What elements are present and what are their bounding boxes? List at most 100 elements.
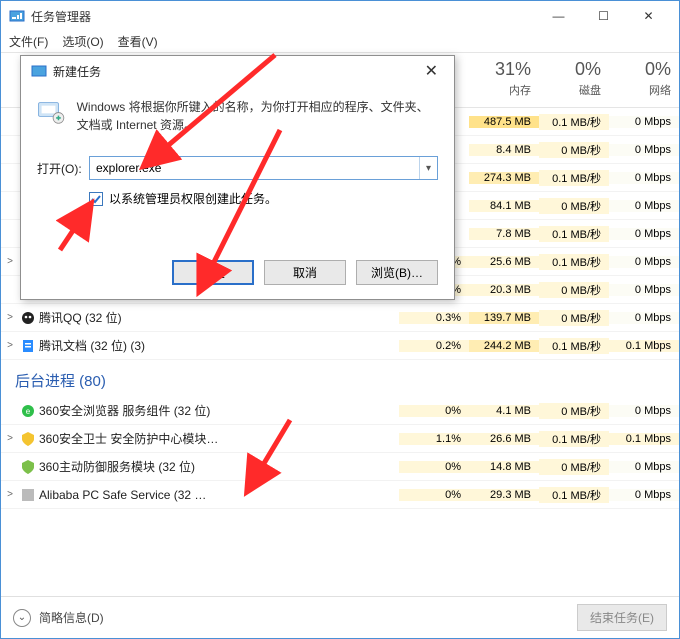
svg-text:e: e	[26, 407, 31, 416]
mem-cell: 7.8 MB	[469, 228, 539, 240]
open-combobox[interactable]: ▾	[89, 156, 438, 180]
net-cell: 0 Mbps	[609, 144, 679, 156]
col-memory[interactable]: 31% 内存	[469, 53, 539, 107]
process-name: 360安全卫士 安全防护中心模块…	[37, 430, 399, 447]
mem-cell: 26.6 MB	[469, 433, 539, 445]
mem-cell: 14.8 MB	[469, 461, 539, 473]
expand-icon[interactable]: >	[1, 340, 19, 351]
process-icon	[19, 487, 37, 503]
cpu-cell: 0%	[399, 489, 469, 501]
net-cell: 0 Mbps	[609, 489, 679, 501]
admin-checkbox[interactable]	[89, 192, 103, 206]
disk-cell: 0.1 MB/秒	[539, 254, 609, 270]
disk-cell: 0.1 MB/秒	[539, 114, 609, 130]
disk-cell: 0.1 MB/秒	[539, 170, 609, 186]
expand-icon[interactable]: >	[1, 256, 19, 267]
cpu-cell: 1.1%	[399, 433, 469, 445]
disk-cell: 0 MB/秒	[539, 142, 609, 158]
expand-icon[interactable]: >	[1, 312, 19, 323]
menu-file[interactable]: 文件(F)	[9, 33, 48, 50]
menu-options[interactable]: 选项(O)	[62, 33, 103, 50]
process-icon: e	[19, 403, 37, 419]
table-row[interactable]: > 360安全卫士 安全防护中心模块… 1.1% 26.6 MB 0.1 MB/…	[1, 425, 679, 453]
dialog-titlebar[interactable]: 新建任务 ✕	[21, 56, 454, 86]
titlebar[interactable]: 任务管理器 — ☐ ✕	[1, 1, 679, 31]
net-cell: 0 Mbps	[609, 200, 679, 212]
cpu-cell: 0%	[399, 461, 469, 473]
minimize-button[interactable]: —	[536, 1, 581, 31]
cancel-button[interactable]: 取消	[264, 260, 346, 285]
mem-cell: 4.1 MB	[469, 405, 539, 417]
dialog-close-button[interactable]: ✕	[419, 61, 444, 81]
disk-cell: 0.1 MB/秒	[539, 338, 609, 354]
col-network[interactable]: 0% 网络	[609, 53, 679, 107]
mem-cell: 487.5 MB	[469, 116, 539, 128]
brief-info-link[interactable]: 简略信息(D)	[39, 609, 577, 626]
process-icon	[19, 459, 37, 475]
net-cell: 0.1 Mbps	[609, 340, 679, 352]
disk-cell: 0 MB/秒	[539, 282, 609, 298]
window-title: 任务管理器	[31, 8, 536, 25]
process-name: Alibaba PC Safe Service (32 …	[37, 488, 399, 502]
cpu-cell: 0%	[399, 405, 469, 417]
col-disk[interactable]: 0% 磁盘	[539, 53, 609, 107]
expand-icon[interactable]: >	[1, 433, 19, 444]
open-input[interactable]	[90, 157, 419, 179]
process-name: 腾讯QQ (32 位)	[37, 309, 399, 326]
cpu-cell: 0.3%	[399, 312, 469, 324]
disk-cell: 0.1 MB/秒	[539, 487, 609, 503]
mem-cell: 139.7 MB	[469, 312, 539, 324]
dialog-icon	[31, 63, 47, 79]
net-cell: 0.1 Mbps	[609, 433, 679, 445]
menu-view[interactable]: 查看(V)	[118, 33, 158, 50]
new-task-dialog: 新建任务 ✕ Windows 将根据你所键入的名称，为你打开相应的程序、文件夹、…	[20, 55, 455, 300]
mem-cell: 29.3 MB	[469, 489, 539, 501]
process-icon	[19, 431, 37, 447]
disk-cell: 0 MB/秒	[539, 198, 609, 214]
chevron-down-icon[interactable]: ⌄	[13, 609, 31, 627]
dialog-description: Windows 将根据你所键入的名称，为你打开相应的程序、文件夹、文档或 Int…	[77, 98, 438, 134]
cpu-cell: 0.2%	[399, 340, 469, 352]
process-name: 腾讯文档 (32 位) (3)	[37, 337, 399, 354]
expand-icon[interactable]: >	[1, 489, 19, 500]
net-cell: 0 Mbps	[609, 228, 679, 240]
app-icon	[9, 8, 25, 24]
table-row[interactable]: > Alibaba PC Safe Service (32 … 0% 29.3 …	[1, 481, 679, 509]
mem-cell: 244.2 MB	[469, 340, 539, 352]
mem-cell: 8.4 MB	[469, 144, 539, 156]
mem-cell: 20.3 MB	[469, 284, 539, 296]
ok-button[interactable]: 确定	[172, 260, 254, 285]
chevron-down-icon[interactable]: ▾	[419, 157, 437, 179]
open-label: 打开(O):	[37, 160, 89, 177]
table-row[interactable]: 360主动防御服务模块 (32 位) 0% 14.8 MB 0 MB/秒 0 M…	[1, 453, 679, 481]
end-task-button[interactable]: 结束任务(E)	[577, 604, 667, 631]
net-cell: 0 Mbps	[609, 461, 679, 473]
run-icon	[37, 98, 65, 134]
footer: ⌄ 简略信息(D) 结束任务(E)	[1, 596, 679, 638]
disk-cell: 0 MB/秒	[539, 310, 609, 326]
disk-cell: 0.1 MB/秒	[539, 431, 609, 447]
process-name: 360安全浏览器 服务组件 (32 位)	[37, 402, 399, 419]
mem-cell: 84.1 MB	[469, 200, 539, 212]
net-cell: 0 Mbps	[609, 256, 679, 268]
net-cell: 0 Mbps	[609, 312, 679, 324]
disk-cell: 0 MB/秒	[539, 403, 609, 419]
admin-checkbox-label[interactable]: 以系统管理员权限创建此任务。	[109, 190, 277, 207]
process-icon	[19, 310, 37, 326]
maximize-button[interactable]: ☐	[581, 1, 626, 31]
process-name: 360主动防御服务模块 (32 位)	[37, 458, 399, 475]
net-cell: 0 Mbps	[609, 405, 679, 417]
background-section-title: 后台进程 (80)	[1, 360, 679, 397]
mem-cell: 274.3 MB	[469, 172, 539, 184]
browse-button[interactable]: 浏览(B)…	[356, 260, 438, 285]
table-row[interactable]: > 腾讯QQ (32 位) 0.3% 139.7 MB 0 MB/秒 0 Mbp…	[1, 304, 679, 332]
close-button[interactable]: ✕	[626, 1, 671, 31]
net-cell: 0 Mbps	[609, 116, 679, 128]
menubar: 文件(F) 选项(O) 查看(V)	[1, 31, 679, 53]
table-row[interactable]: > 腾讯文档 (32 位) (3) 0.2% 244.2 MB 0.1 MB/秒…	[1, 332, 679, 360]
table-row[interactable]: e 360安全浏览器 服务组件 (32 位) 0% 4.1 MB 0 MB/秒 …	[1, 397, 679, 425]
process-icon	[19, 338, 37, 354]
disk-cell: 0 MB/秒	[539, 459, 609, 475]
disk-cell: 0.1 MB/秒	[539, 226, 609, 242]
net-cell: 0 Mbps	[609, 284, 679, 296]
